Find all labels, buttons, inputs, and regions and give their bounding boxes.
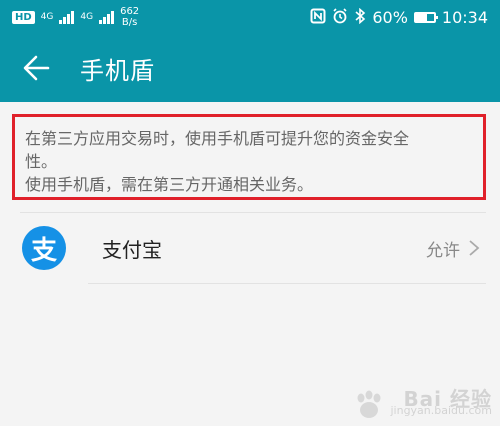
speed-value: 662 (120, 6, 140, 17)
status-left: HD 4G 4G 662 B/s (12, 6, 139, 28)
status-bar: HD 4G 4G 662 B/s 60% 10:34 (0, 0, 500, 34)
watermark-text: Bai 经验 jingyan.baidu.com (390, 389, 492, 417)
nfc-icon (310, 8, 326, 27)
bluetooth-icon (354, 7, 366, 27)
speed-unit: B/s (121, 17, 138, 28)
permission-status: 允许 (426, 240, 460, 261)
watermark: Bai 经验 jingyan.baidu.com (352, 389, 492, 420)
network-speed: 662 B/s (120, 6, 139, 28)
page-title: 手机盾 (80, 56, 155, 85)
description-line-2: 性。 (25, 152, 58, 171)
description-line-3: 使用手机盾，需在第三方开通相关业务。 (25, 175, 314, 194)
alarm-icon (332, 7, 348, 27)
description-line-1: 在第三方应用交易时，使用手机盾可提升您的资金安全 (25, 129, 410, 148)
back-arrow-icon[interactable] (22, 54, 50, 82)
signal-icon (59, 10, 75, 24)
description-box: 在第三方应用交易时，使用手机盾可提升您的资金安全 性。 使用手机盾，需在第三方开… (12, 114, 486, 200)
chevron-right-icon (469, 240, 480, 256)
alipay-glyph: 支 (30, 235, 57, 266)
battery-percent: 60% (372, 7, 408, 27)
network-type-2: 4G (80, 11, 94, 22)
divider (88, 283, 486, 284)
status-right: 60% 10:34 (310, 7, 488, 27)
baidu-paw-icon (357, 390, 381, 418)
signal-icon (99, 10, 115, 24)
watermark-site: jingyan.baidu.com (390, 404, 492, 417)
hd-badge: HD (12, 10, 35, 24)
app-bar: 手机盾 (0, 34, 500, 102)
clock-time: 10:34 (441, 7, 488, 27)
alipay-icon: 支 (22, 226, 66, 270)
app-row-alipay[interactable]: 支 支付宝 允许 (0, 213, 500, 283)
network-type-1: 4G (40, 11, 54, 22)
app-name: 支付宝 (102, 237, 162, 262)
battery-icon (413, 11, 438, 23)
